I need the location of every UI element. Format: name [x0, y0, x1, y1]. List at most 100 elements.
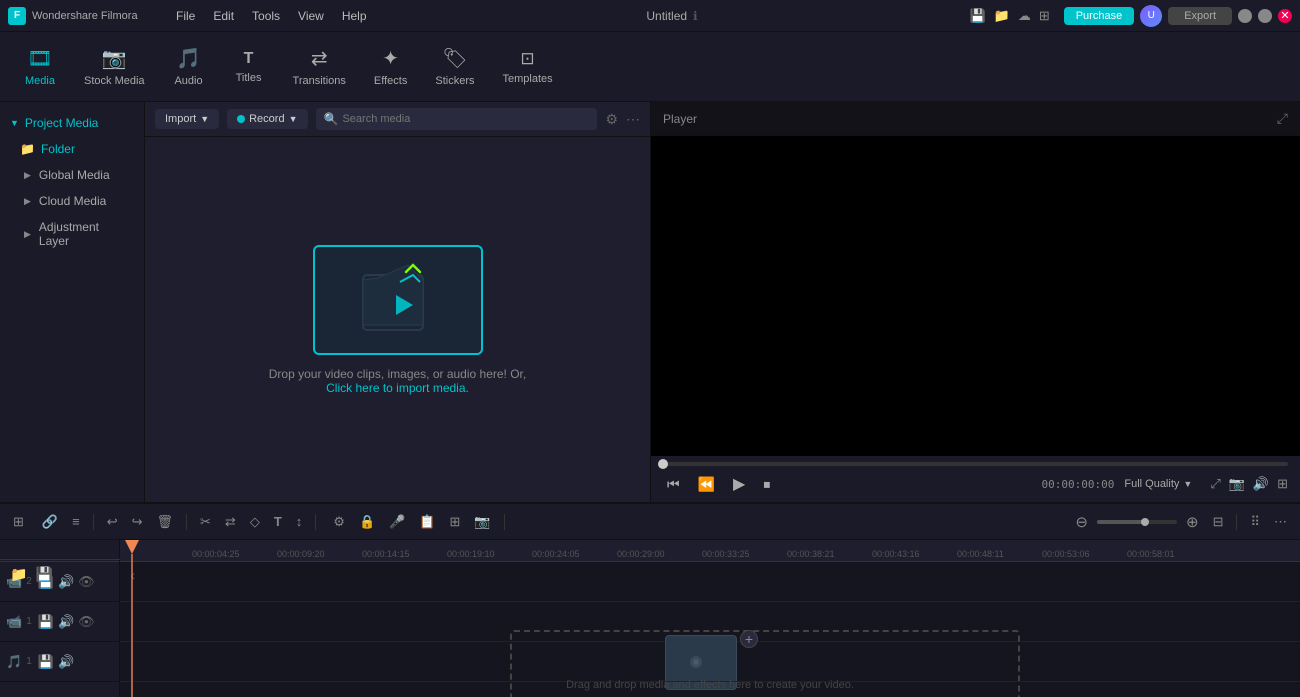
pip-icon[interactable]: ⊞ [1277, 476, 1288, 492]
tl-crop-button[interactable]: ◇ [245, 511, 265, 533]
tl-zoom-out-button[interactable]: ⊖ [1070, 510, 1093, 534]
tl-zoom-slider[interactable] [1097, 520, 1177, 524]
tl-audio-button[interactable]: 🎤 [384, 511, 410, 533]
tl-zoom-handle[interactable] [1141, 518, 1149, 526]
maximize-button[interactable]: ⬜ [1258, 9, 1272, 23]
tl-lock-button[interactable]: 🔒 [354, 511, 380, 533]
timeline-tracks-right[interactable]: 00:00:04:25 00:00:09:20 00:00:14:15 00:0… [120, 540, 1300, 697]
playhead-line [131, 554, 133, 697]
menu-edit[interactable]: Edit [205, 5, 242, 27]
progress-bar[interactable] [663, 462, 1288, 466]
tab-stickers[interactable]: 🏷 Stickers [421, 40, 488, 93]
play-button[interactable]: ▶ [729, 472, 749, 496]
user-avatar[interactable]: U [1140, 5, 1162, 27]
tl-transition-button[interactable]: ⇄ [220, 511, 241, 533]
audio-1-mute-icon[interactable]: 🔊 [58, 654, 74, 670]
tab-audio[interactable]: 🎵 Audio [159, 40, 219, 93]
rewind-button[interactable]: ⏪ [694, 474, 719, 495]
progress-handle[interactable] [658, 459, 668, 469]
purchase-button[interactable]: Purchase [1064, 7, 1134, 25]
fullscreen-icon[interactable]: ⤢ [1210, 476, 1220, 492]
close-button[interactable]: ✕ [1278, 9, 1292, 23]
left-panel: ▼ Project Media 📁 Folder ▶ Global Media … [0, 102, 145, 502]
tl-link-button[interactable]: 🔗 [37, 511, 63, 533]
document-name: Untitled [646, 9, 687, 23]
tab-titles[interactable]: T Titles [219, 44, 279, 90]
search-input[interactable] [342, 113, 589, 125]
tab-stock-media[interactable]: 📷 Stock Media [70, 40, 159, 93]
tl-more-button[interactable]: ⋯ [1269, 511, 1292, 533]
adjustment-layer-arrow: ▶ [24, 229, 31, 240]
player-expand-icon[interactable]: ⤢ [1277, 110, 1288, 127]
cloud-icon[interactable]: ☁ [1018, 8, 1031, 24]
snapshot-icon[interactable]: 📷 [1229, 476, 1245, 492]
export-button[interactable]: Export [1168, 7, 1232, 25]
track-1-controls: 📹 1 💾 🔊 👁 [0, 602, 119, 642]
tl-grid-button[interactable]: ⠿ [1245, 511, 1265, 533]
save-icon[interactable]: 💾 [969, 8, 985, 24]
menu-file[interactable]: File [168, 5, 203, 27]
menu-view[interactable]: View [290, 5, 332, 27]
tl-fit-button[interactable]: ⊟ [1208, 511, 1229, 533]
quality-chevron: ▼ [1183, 479, 1192, 489]
tl-delete-button[interactable]: 🗑 [152, 511, 179, 533]
global-media-item[interactable]: ▶ Global Media [0, 162, 144, 188]
skip-back-button[interactable]: ⏮ [663, 474, 684, 495]
ruler-label-11: 00:00:53:06 [1042, 549, 1090, 559]
global-media-label: Global Media [39, 168, 110, 182]
track-1-row: + [120, 602, 1300, 642]
adjustment-layer-item[interactable]: ▶ Adjustment Layer [0, 214, 144, 254]
tab-templates[interactable]: ⊡ Templates [488, 43, 566, 91]
tl-zoom-in-button[interactable]: ⊕ [1181, 510, 1204, 534]
track-1-folder-icon[interactable]: 💾 [38, 614, 54, 630]
volume-icon[interactable]: 🔊 [1253, 476, 1269, 492]
logo-icon: F [8, 7, 26, 25]
folder-item[interactable]: 📁 Folder [0, 136, 144, 162]
record-button[interactable]: Record ▼ [227, 109, 307, 129]
grid-icon[interactable]: ⊞ [1039, 8, 1050, 24]
import-link[interactable]: Click here to import media. [326, 381, 469, 395]
folder-label: Folder [41, 142, 75, 156]
tl-settings-button[interactable]: ⚙ [328, 511, 350, 533]
folder-icon[interactable]: 📁 [994, 8, 1010, 24]
panel-folder-icon[interactable]: 📁 [10, 566, 27, 583]
tl-redo-button[interactable]: ↪ [127, 511, 148, 533]
ruler-label-1: 00:00:04:25 [192, 549, 240, 559]
track-1-eye-icon[interactable]: 👁 [78, 614, 95, 630]
tl-text-button[interactable]: T [269, 511, 287, 532]
info-icon[interactable]: ℹ [693, 9, 698, 23]
panel-save-icon[interactable]: 💾 [35, 566, 52, 583]
track-1-audio-icon[interactable]: 🔊 [58, 614, 74, 630]
titlebar: F Wondershare Filmora File Edit Tools Vi… [0, 0, 1300, 32]
stop-button[interactable]: ⏹ [759, 474, 774, 495]
tl-separator-1 [93, 514, 94, 530]
more-icon[interactable]: ⋯ [626, 111, 640, 128]
import-button[interactable]: Import ▼ [155, 109, 219, 129]
time-display: 00:00:00:00 [1042, 478, 1115, 491]
adjustment-layer-label: Adjustment Layer [39, 220, 120, 248]
search-box[interactable]: 🔍 [316, 108, 598, 130]
tl-resize-button[interactable]: ↕ [291, 511, 308, 532]
tl-camera-button[interactable]: 📷 [469, 511, 495, 533]
tab-transitions[interactable]: ⇄ Transitions [279, 40, 360, 93]
tl-split-button[interactable]: ⊞ [445, 511, 466, 533]
menu-tools[interactable]: Tools [244, 5, 288, 27]
cloud-media-item[interactable]: ▶ Cloud Media [0, 188, 144, 214]
tl-undo-button[interactable]: ↩ [102, 511, 123, 533]
minimize-button[interactable]: — [1238, 9, 1252, 23]
ruler-label-8: 00:00:38:21 [787, 549, 835, 559]
player-screen[interactable] [651, 136, 1300, 456]
tab-effects[interactable]: ✦ Effects [360, 40, 421, 93]
filter-icon[interactable]: ⚙ [605, 111, 618, 128]
tl-add-track-button[interactable]: ⊞ [8, 511, 29, 533]
tab-media[interactable]: 🎞 Media [10, 40, 70, 93]
tl-mark-button[interactable]: 📋 [414, 511, 440, 533]
project-media-arrow: ▼ [10, 118, 19, 128]
tl-cut-button[interactable]: ✂ [195, 511, 216, 533]
audio-1-folder-icon[interactable]: 💾 [38, 654, 54, 670]
project-media-header[interactable]: ▼ Project Media [0, 110, 144, 136]
menu-help[interactable]: Help [334, 5, 375, 27]
tl-separator-3 [315, 514, 316, 530]
quality-selector[interactable]: Full Quality ▼ [1124, 478, 1192, 490]
tl-menu-button[interactable]: ≡ [67, 511, 85, 532]
